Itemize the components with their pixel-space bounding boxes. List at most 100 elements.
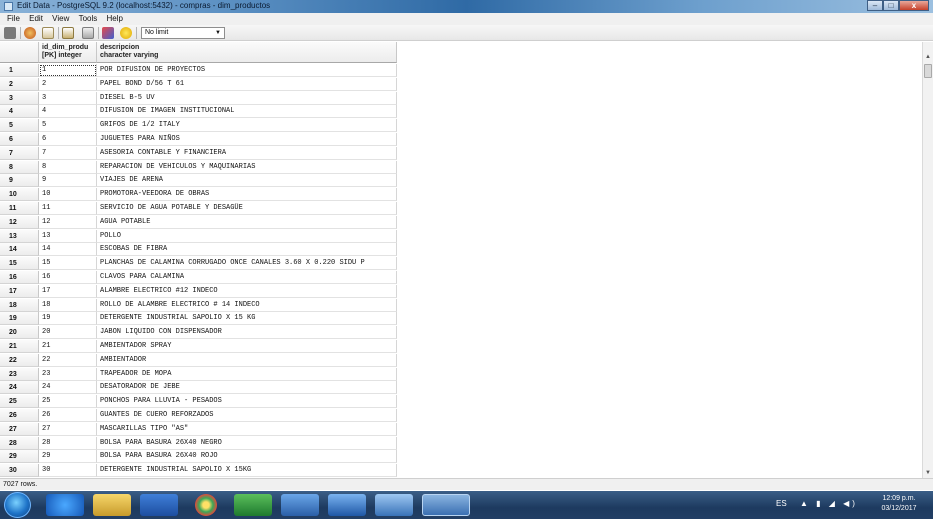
row-number[interactable]: 16 [0, 271, 39, 284]
menu-tools[interactable]: Tools [79, 14, 98, 23]
row-number[interactable]: 6 [0, 133, 39, 146]
cell-descripcion[interactable]: TRAPEADOR DE MOPA [97, 367, 397, 381]
row-number[interactable]: 13 [0, 229, 39, 243]
cell-id[interactable]: 21 [39, 340, 97, 353]
cell-descripcion[interactable]: ESCOBAS DE FIBRA [97, 243, 397, 257]
scroll-down-icon[interactable]: ▼ [923, 468, 933, 478]
cell-descripcion[interactable]: DIESEL B-5 UV [97, 91, 397, 105]
table-row[interactable]: 28 28 BOLSA PARA BASURA 26X40 NEGRO [0, 436, 398, 450]
table-row[interactable]: 13 13 POLLO [0, 229, 398, 243]
row-number[interactable]: 22 [0, 353, 39, 367]
cell-id[interactable]: 2 [39, 77, 97, 91]
cell-descripcion[interactable]: BOLSA PARA BASURA 26X40 ROJO [97, 450, 397, 464]
cell-id[interactable]: 9 [39, 174, 97, 188]
row-number[interactable]: 4 [0, 105, 39, 119]
row-number[interactable]: 10 [0, 188, 39, 202]
table-row[interactable]: 1 1 POR DIFUSION DE PROYECTOS [0, 64, 398, 77]
table-row[interactable]: 8 8 REPARACION DE VEHICULOS Y MAQUINARIAS [0, 160, 398, 174]
row-number[interactable]: 17 [0, 284, 39, 298]
row-number[interactable]: 12 [0, 215, 39, 229]
explorer-icon[interactable] [93, 494, 131, 516]
row-number-header[interactable] [0, 42, 39, 63]
pgadmin-icon[interactable] [422, 494, 470, 516]
cell-descripcion[interactable]: GRIFOS DE 1/2 ITALY [97, 119, 397, 133]
table-row[interactable]: 5 5 GRIFOS DE 1/2 ITALY [0, 119, 398, 133]
table-row[interactable]: 3 3 DIESEL B-5 UV [0, 91, 398, 105]
clock[interactable]: 12:09 p.m. 03/12/2017 [870, 494, 928, 514]
scroll-up-icon[interactable]: ▲ [923, 52, 933, 62]
table-row[interactable]: 9 9 VIAJES DE ARENA [0, 174, 398, 188]
table-row[interactable]: 11 11 SERVICIO DE AGUA POTABLE Y DESAGÜE [0, 202, 398, 215]
tray-icons[interactable]: ▲ ▮ ◢ ◀) [800, 499, 858, 508]
cell-id[interactable]: 12 [39, 215, 97, 229]
cell-descripcion[interactable]: DIFUSION DE IMAGEN INSTITUCIONAL [97, 105, 397, 119]
row-number[interactable]: 18 [0, 298, 39, 312]
table-row[interactable]: 29 29 BOLSA PARA BASURA 26X40 ROJO [0, 450, 398, 464]
cell-descripcion[interactable]: ALAMBRE ELECTRICO #12 INDECO [97, 284, 397, 298]
cell-id[interactable]: 25 [39, 395, 97, 409]
copy-icon[interactable] [42, 27, 54, 39]
cell-descripcion[interactable]: POLLO [97, 229, 397, 243]
cell-id[interactable]: 6 [39, 133, 97, 146]
cell-descripcion[interactable]: SERVICIO DE AGUA POTABLE Y DESAGÜE [97, 202, 397, 215]
minimize-button[interactable]: – [867, 0, 883, 11]
cell-descripcion[interactable]: AMBIENTADOR SPRAY [97, 340, 397, 353]
cell-id[interactable]: 16 [39, 271, 97, 284]
cell-descripcion[interactable]: DETERGENTE INDUSTRIAL SAPOLIO X 15 KG [97, 312, 397, 326]
row-number[interactable]: 25 [0, 395, 39, 409]
filter-icon[interactable] [102, 27, 114, 39]
cell-descripcion[interactable]: PONCHOS PARA LLUVIA - PESADOS [97, 395, 397, 409]
row-number[interactable]: 30 [0, 464, 39, 478]
excel-icon[interactable] [234, 494, 272, 516]
cell-descripcion[interactable]: DETERGENTE INDUSTRIAL SAPOLIO X 15KG [97, 464, 397, 478]
media-icon[interactable] [140, 494, 178, 516]
cell-descripcion[interactable]: AMBIENTADOR [97, 353, 397, 367]
cell-descripcion[interactable]: CLAVOS PARA CALAMINA [97, 271, 397, 284]
table-row[interactable]: 30 30 DETERGENTE INDUSTRIAL SAPOLIO X 15KG [0, 464, 398, 478]
app-icon[interactable] [281, 494, 319, 516]
row-number[interactable]: 11 [0, 202, 39, 215]
menu-help[interactable]: Help [107, 14, 123, 23]
menu-edit[interactable]: Edit [29, 14, 43, 23]
cell-descripcion[interactable]: AGUA POTABLE [97, 215, 397, 229]
delete-icon[interactable] [82, 27, 94, 39]
cell-descripcion[interactable]: POR DIFUSION DE PROYECTOS [97, 64, 397, 77]
table-row[interactable]: 20 20 JABON LIQUIDO CON DISPENSADOR [0, 326, 398, 340]
cell-id[interactable]: 18 [39, 298, 97, 312]
save-icon[interactable] [4, 27, 16, 39]
cell-id[interactable]: 24 [39, 381, 97, 395]
table-row[interactable]: 6 6 JUGUETES PARA NIÑOS [0, 133, 398, 146]
cell-id[interactable]: 26 [39, 409, 97, 422]
cell-descripcion[interactable]: DESATORADOR DE JEBE [97, 381, 397, 395]
table-row[interactable]: 18 18 ROLLO DE ALAMBRE ELECTRICO # 14 INDE… [0, 298, 398, 312]
table-row[interactable]: 12 12 AGUA POTABLE [0, 215, 398, 229]
cell-descripcion[interactable]: MASCARILLAS TIPO "AS" [97, 422, 397, 436]
cell-id[interactable]: 13 [39, 229, 97, 243]
row-number[interactable]: 14 [0, 243, 39, 257]
row-number[interactable]: 20 [0, 326, 39, 340]
row-number[interactable]: 2 [0, 77, 39, 91]
row-number[interactable]: 27 [0, 422, 39, 436]
table-row[interactable]: 26 26 GUANTES DE CUERO REFORZADOS [0, 409, 398, 422]
row-number[interactable]: 24 [0, 381, 39, 395]
table-row[interactable]: 19 19 DETERGENTE INDUSTRIAL SAPOLIO X 15 K… [0, 312, 398, 326]
vertical-scrollbar[interactable]: ▲ ▼ [922, 42, 933, 478]
row-number[interactable]: 26 [0, 409, 39, 422]
row-number[interactable]: 5 [0, 119, 39, 133]
cell-id[interactable]: 7 [39, 146, 97, 160]
cell-id[interactable]: 27 [39, 422, 97, 436]
table-row[interactable]: 21 21 AMBIENTADOR SPRAY [0, 340, 398, 353]
cell-id[interactable]: 8 [39, 160, 97, 174]
cell-id[interactable]: 1 [39, 64, 97, 77]
cell-id[interactable]: 3 [39, 91, 97, 105]
close-button[interactable]: x [899, 0, 929, 11]
cell-descripcion[interactable]: PLANCHAS DE CALAMINA CORRUGADO ONCE CANA… [97, 257, 397, 271]
menu-view[interactable]: View [52, 14, 69, 23]
row-number[interactable]: 21 [0, 340, 39, 353]
cell-id[interactable]: 5 [39, 119, 97, 133]
start-button[interactable] [4, 492, 31, 518]
chrome-icon[interactable] [195, 494, 217, 516]
scroll-thumb[interactable] [924, 64, 932, 78]
cell-id[interactable]: 23 [39, 367, 97, 381]
row-number[interactable]: 15 [0, 257, 39, 271]
